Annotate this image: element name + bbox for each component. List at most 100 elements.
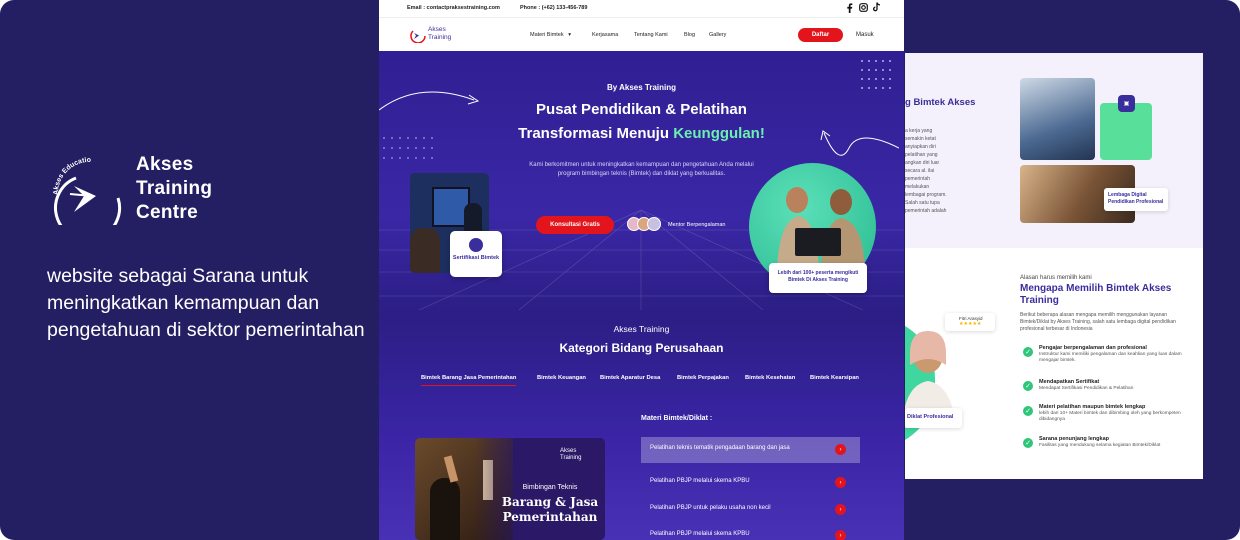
homepage-mockup: Email : contactpraksestraining.com Phone… (379, 0, 904, 540)
dot-pattern (861, 60, 891, 89)
nav-brand[interactable]: Akses Training (428, 26, 451, 42)
audience-shape (410, 228, 440, 273)
reason-desc: Instruktur kami memiliki pengalaman dan … (1039, 352, 1182, 363)
materi-item[interactable]: Pelatihan teknis tematik pengadaan baran… (641, 437, 860, 463)
certificate-icon (469, 238, 483, 252)
promo-brand: Akses Training Centre (136, 153, 212, 225)
nav-kerjasama[interactable]: Kerjasama (592, 32, 618, 38)
brand-line: Centre (136, 202, 198, 223)
materi-heading: Materi Bimtek/Diklat : (641, 415, 713, 422)
chevron-right-icon: › (835, 530, 846, 540)
nav-blog[interactable]: Blog (684, 32, 695, 38)
card-logo-line: Training (560, 455, 582, 461)
nav-logo-icon[interactable] (409, 27, 427, 43)
card-logo: Akses Training (560, 448, 581, 462)
materi-label: Pelatihan PBJP untuk pelaku usaha non ke… (650, 505, 771, 511)
reason-desc: lebih dari 10+ Materi bimtek dan dibimbi… (1039, 411, 1181, 422)
why-title: Mengapa Memilih Bimtek Akses Training (1020, 283, 1172, 306)
promo-tagline: website sebagai Sarana untuk meningkatka… (47, 265, 365, 341)
check-icon: ✓ (1023, 347, 1033, 357)
materi-label: Pelatihan PBJP melalui skema KPBU (650, 531, 750, 537)
reason-title: Mendapatkan Sertifikat (1039, 379, 1100, 385)
materi-item[interactable]: Pelatihan PBJP melalui skema KPBU › (641, 523, 860, 540)
hero-men-photo (777, 187, 865, 270)
daftar-button[interactable]: Daftar (798, 28, 843, 42)
materi-item[interactable]: Pelatihan PBJP untuk pelaku usaha non ke… (641, 497, 860, 523)
contact-topbar: Email : contactpraksestraining.com Phone… (379, 0, 904, 17)
chevron-down-icon: ▾ (568, 32, 571, 38)
badge-icon: ▣ (1118, 95, 1135, 112)
nav-brand-line: Akses (428, 26, 446, 33)
konsultasi-gratis-button[interactable]: Konsultasi Gratis (536, 216, 614, 234)
why-subtitle: Alasan harus memilih kami (1020, 275, 1092, 281)
mentor-avatars (627, 217, 663, 233)
office-photo (1020, 78, 1095, 160)
brand-line: Training (136, 178, 213, 199)
sertifikasi-label: Sertifikasi Bimtek (452, 255, 500, 261)
chevron-right-icon: › (835, 477, 846, 488)
chevron-right-icon: › (835, 504, 846, 515)
secondary-page-mockup: g Bimtek Akses a kerja yang semakin keta… (905, 53, 1203, 479)
card-title-line: Barang & Jasa (501, 495, 599, 509)
mentor-label: Mentor Berpengalaman (668, 222, 726, 228)
category-title: Kategori Bidang Perusahaan (559, 341, 724, 355)
avatar (647, 217, 661, 231)
phone-info: Phone : (+62) 133-456-789 (520, 5, 588, 11)
materi-label: Pelatihan teknis tematik pengadaan baran… (650, 445, 790, 451)
tiktok-icon[interactable] (873, 2, 881, 12)
nav-materi-bimtek[interactable]: Materi Bimtek ▾ (530, 32, 571, 38)
card-title: Barang & Jasa Pemerintahan (495, 495, 605, 525)
tab-bimtek-keuangan[interactable]: Bimtek Keuangan (537, 375, 586, 381)
lembaga-card: Lembaga Digital Pendidikan Profesional (1104, 188, 1168, 211)
hero-title-line1: Pusat Pendidikan & Pelatihan (536, 101, 747, 118)
check-icon: ✓ (1023, 438, 1033, 448)
card-title-line: Pemerintahan (502, 510, 598, 524)
why-description: Berikut beberapa alasan mengapa memilih … (1020, 312, 1176, 332)
akses-training-logo: Akses Education (48, 150, 122, 225)
tab-bimtek-kesehatan[interactable]: Bimtek Kesehatan (745, 375, 795, 381)
category-subtitle: Akses Training (613, 324, 670, 334)
brand-line: Akses (136, 154, 194, 175)
check-icon: ✓ (1023, 381, 1033, 391)
reason-title: Pengajar berpengalaman dan profesional (1039, 345, 1147, 351)
instagram-icon[interactable] (859, 3, 868, 12)
materi-item[interactable]: Pelatihan PBJP melalui skema KPBU › (641, 470, 860, 496)
main-navbar: Akses Training Materi Bimtek ▾ Kerjasama… (379, 17, 904, 51)
promo-canvas: Akses Education Akses Training Centre we… (0, 0, 1240, 540)
student-shape (430, 478, 460, 540)
nav-item-label: Materi Bimtek (530, 32, 564, 38)
facebook-icon[interactable] (846, 3, 853, 13)
about-heading: g Bimtek Akses (905, 97, 976, 108)
svg-text:Akses Education: Akses Education (48, 150, 91, 195)
check-icon: ✓ (1023, 406, 1033, 416)
card-subtitle: Bimbingan Teknis (522, 484, 578, 491)
participants-stat-card: Lebih dari 100+ peserta mengikuti Bimtek… (769, 263, 867, 293)
bimtek-category-card: Akses Training Bimbingan Teknis Barang &… (415, 438, 605, 540)
hero-eyebrow: By Akses Training (606, 83, 677, 92)
testimonial-chip: Fitri Arasyid ★★★★★ (945, 313, 995, 331)
card-logo-line: Akses (560, 448, 577, 454)
materi-label: Pelatihan PBJP melalui skema KPBU (650, 478, 750, 484)
hero-paragraph: Kami berkomitmen untuk meningkatkan kema… (529, 162, 754, 177)
hero-title-prefix: Transformasi Menuju (518, 125, 674, 142)
reason-desc: Mendapat Sertifikasi Pendidikan & Pelati… (1039, 386, 1134, 391)
nav-brand-line: Training (428, 34, 452, 41)
reason-title: Materi pelatihan maupun bimtek lengkap (1039, 404, 1146, 410)
email-info: Email : contactpraksestraining.com (407, 5, 500, 11)
nav-gallery[interactable]: Gallery (709, 32, 726, 38)
reason-desc: Fasilitas yang mendukung selama kegiatan… (1039, 443, 1161, 448)
sertifikasi-card: Sertifikasi Bimtek (450, 231, 502, 277)
diklat-card: Diklat Profesional (905, 408, 962, 428)
hero-title-line2: Transformasi Menuju Keunggulan! (379, 125, 904, 142)
chevron-right-icon: › (835, 444, 846, 455)
about-paragraph: a kerja yang semakin ketat anyiapkan dir… (905, 128, 947, 214)
masuk-link[interactable]: Masuk (856, 32, 874, 38)
tab-bimtek-aparatur-desa[interactable]: Bimtek Aparatur Desa (600, 375, 660, 381)
tab-bimtek-kearsipan[interactable]: Bimtek Kearsipan (810, 375, 859, 381)
tab-bimtek-barang-jasa[interactable]: Bimtek Barang Jasa Pemerintahan (421, 375, 517, 386)
reason-title: Sarana penunjang lengkap (1039, 436, 1109, 442)
tab-bimtek-perpajakan[interactable]: Bimtek Perpajakan (677, 375, 729, 381)
hero-title-highlight: Keunggulan! (673, 125, 765, 142)
star-rating-icon: ★★★★★ (959, 321, 982, 327)
nav-tentang-kami[interactable]: Tentang Kami (634, 32, 668, 38)
